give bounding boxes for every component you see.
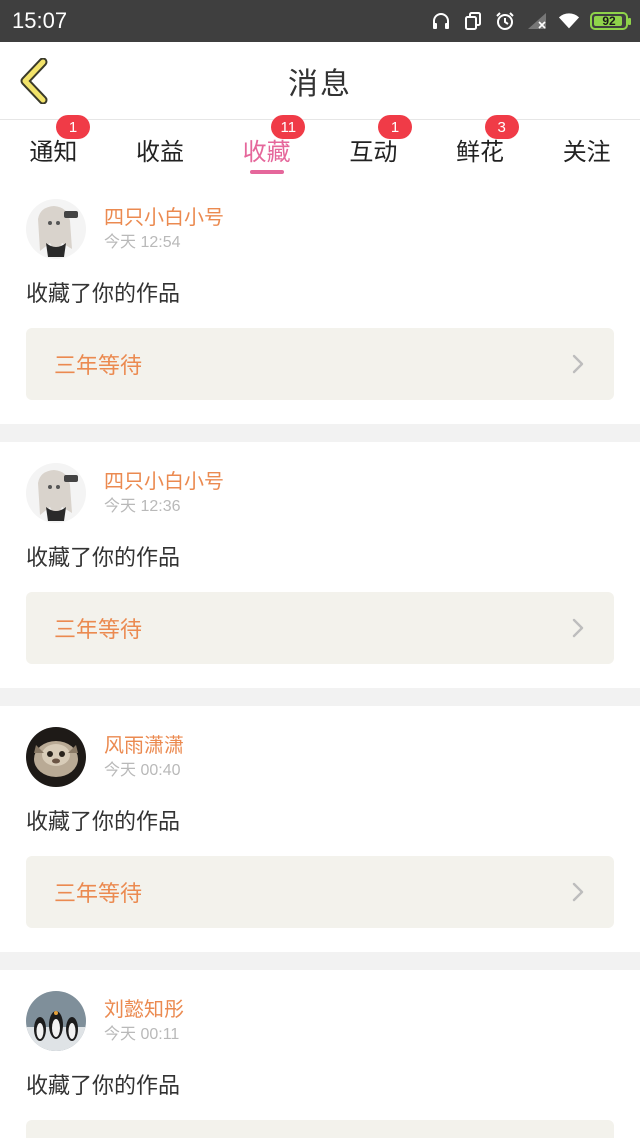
avatar[interactable]	[26, 991, 86, 1051]
chevron-left-icon	[20, 58, 48, 104]
signal-icon	[526, 10, 548, 32]
list-item: 风雨潇潇 今天 00:40 收藏了你的作品 三年等待	[0, 706, 640, 952]
chevron-right-icon	[568, 618, 588, 638]
status-bar: 15:07 92	[0, 0, 640, 42]
tab-label: 关注	[562, 137, 611, 166]
page-title: 消息	[288, 66, 352, 102]
username[interactable]: 刘懿知彤	[104, 995, 184, 1023]
tab-badge: 11	[271, 115, 306, 139]
username[interactable]: 四只小白小号	[104, 203, 224, 231]
action-text: 收藏了你的作品	[26, 810, 181, 835]
chevron-right-icon	[568, 354, 588, 374]
back-button[interactable]	[14, 56, 54, 106]
work-link[interactable]: 三年等待	[26, 592, 614, 664]
message-list: 四只小白小号 今天 12:54 收藏了你的作品 三年等待 四只小白小号 今天 1…	[0, 178, 640, 1138]
tab-bar: 通知 1 收益 收藏 11 互动 1 鲜花 3 关注	[0, 115, 640, 178]
timestamp: 今天 12:36	[104, 498, 181, 515]
list-item: 四只小白小号 今天 12:36 收藏了你的作品 三年等待	[0, 442, 640, 688]
tab-interactions[interactable]: 互动 1	[320, 115, 427, 178]
tab-favorites[interactable]: 收藏 11	[213, 115, 320, 178]
avatar[interactable]	[26, 463, 86, 523]
copy-icon	[462, 10, 484, 32]
work-link[interactable]: 三年等待	[26, 856, 614, 928]
tab-badge: 3	[484, 115, 519, 139]
tab-badge: 1	[56, 115, 90, 139]
username[interactable]: 四只小白小号	[104, 467, 224, 495]
work-link[interactable]: 三年等待	[26, 328, 614, 400]
action-text: 收藏了你的作品	[26, 282, 181, 307]
tab-flowers[interactable]: 鲜花 3	[427, 115, 534, 178]
action-text: 收藏了你的作品	[26, 546, 181, 571]
work-title: 三年等待	[54, 618, 143, 643]
list-item: 四只小白小号 今天 12:54 收藏了你的作品 三年等待	[0, 178, 640, 424]
chevron-right-icon	[568, 882, 588, 902]
work-title: 三年等待	[54, 882, 143, 907]
tab-badge: 1	[378, 115, 413, 139]
avatar[interactable]	[26, 199, 86, 259]
timestamp: 今天 00:40	[104, 762, 181, 779]
action-text: 收藏了你的作品	[26, 1074, 181, 1099]
avatar[interactable]	[26, 727, 86, 787]
tab-label: 收益	[136, 137, 184, 166]
list-item: 刘懿知彤 今天 00:11 收藏了你的作品	[0, 970, 640, 1138]
work-title: 三年等待	[54, 354, 143, 379]
wifi-icon	[558, 10, 580, 32]
active-tab-indicator	[249, 170, 284, 174]
tab-follows[interactable]: 关注	[533, 120, 640, 178]
alarm-icon	[494, 10, 516, 32]
battery-level: 92	[602, 14, 616, 28]
header: 消息	[0, 42, 640, 120]
tab-notifications[interactable]: 通知 1	[0, 115, 107, 178]
work-link[interactable]	[26, 1120, 614, 1138]
username[interactable]: 风雨潇潇	[104, 731, 184, 759]
timestamp: 今天 12:54	[104, 234, 181, 251]
status-icons: 92	[430, 10, 631, 32]
battery-icon: 92	[590, 12, 631, 30]
timestamp: 今天 00:11	[104, 1026, 180, 1043]
status-time: 15:07	[12, 8, 68, 33]
headphones-icon	[430, 10, 452, 32]
tab-earnings[interactable]: 收益	[107, 120, 214, 178]
